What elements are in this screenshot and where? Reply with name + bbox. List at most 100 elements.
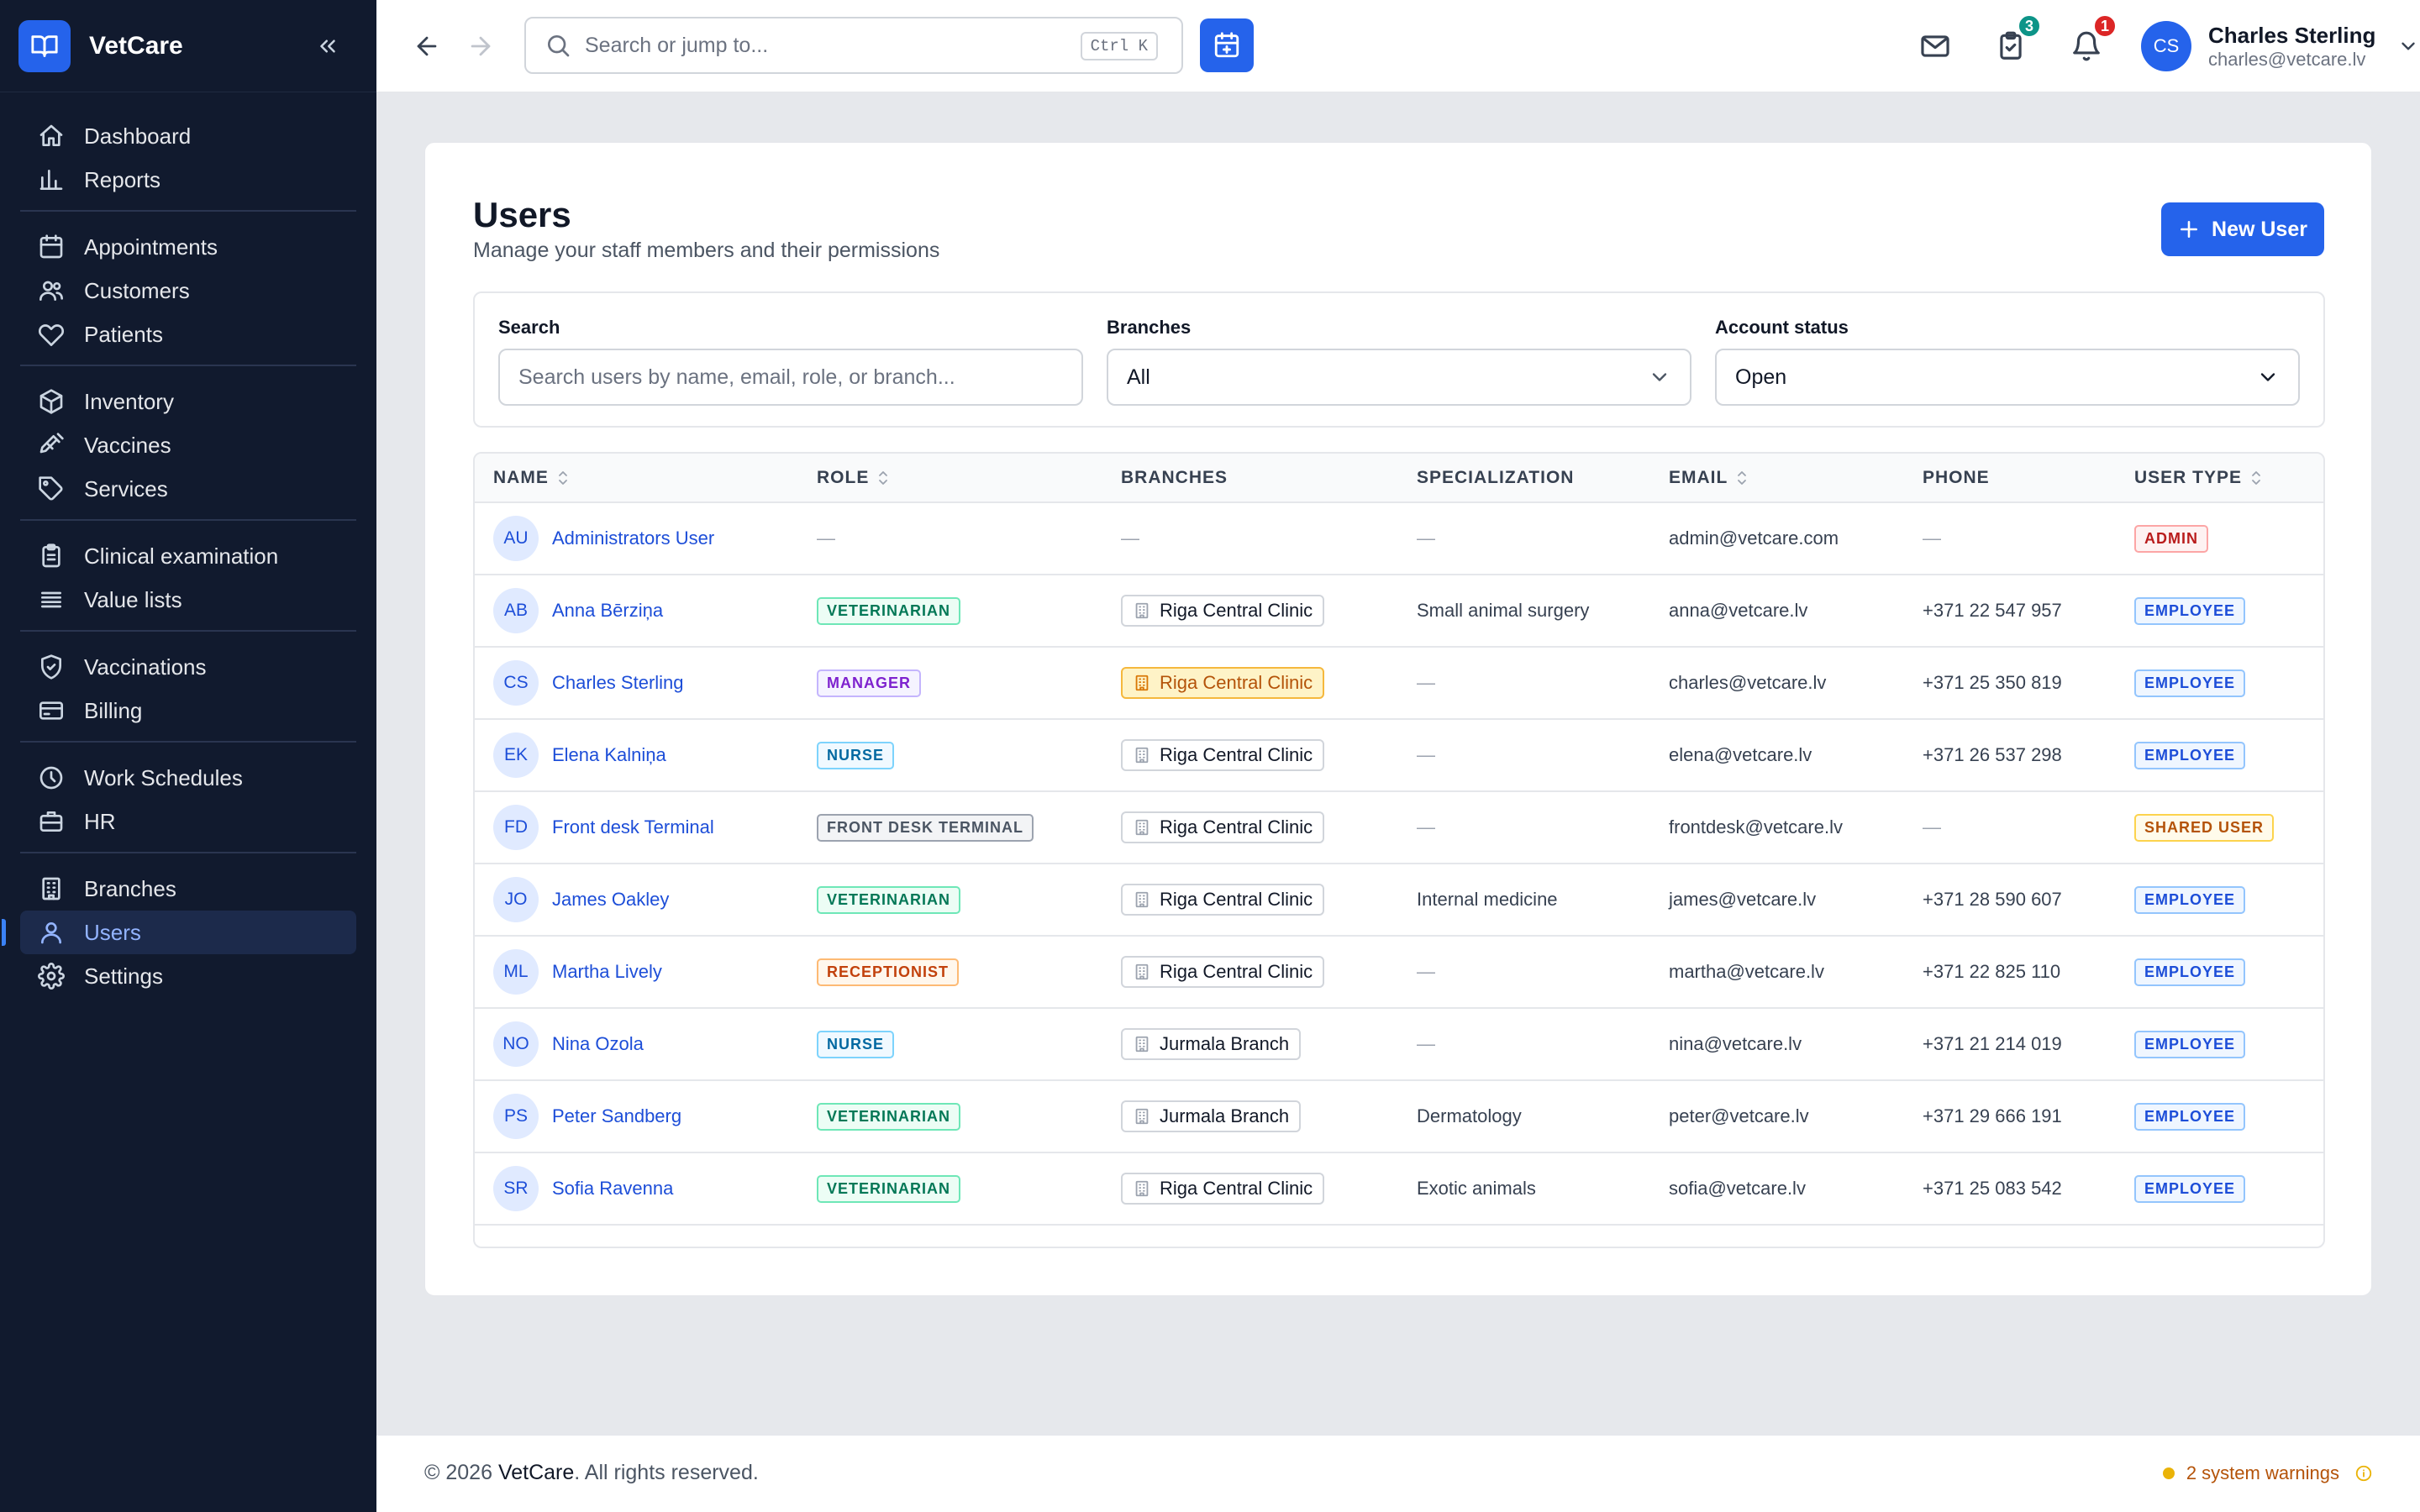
email-text: martha@vetcare.lv: [1669, 961, 1824, 982]
sidebar-item-hr[interactable]: HR: [20, 800, 356, 843]
empty-value: —: [1417, 961, 1435, 982]
sidebar-item-work-schedules[interactable]: Work Schedules: [20, 756, 356, 800]
sidebar-item-users[interactable]: Users: [2, 911, 356, 954]
table-row[interactable]: PS Peter Sandberg VETERINARIAN Jurmala Bran…: [475, 1080, 2323, 1152]
role-cell: MANAGER: [798, 647, 1102, 719]
building-icon: [1133, 1107, 1151, 1126]
sort-icon: [1738, 471, 1747, 485]
user-name-link[interactable]: Sofia Ravenna: [552, 1178, 673, 1200]
table-row[interactable]: EK Elena Kalniņa NURSE Riga Central Clinic —…: [475, 719, 2323, 791]
table-row[interactable]: AB Anna Bērziņa VETERINARIAN Riga Central C…: [475, 575, 2323, 647]
system-warnings-link[interactable]: 2 system warnings: [2162, 1462, 2373, 1484]
email-cell: elena@vetcare.lv: [1650, 719, 1904, 791]
user-name-link[interactable]: Elena Kalniņa: [552, 744, 666, 766]
sidebar-group: Branches Users Settings: [2, 862, 356, 1006]
sidebar-item-appointments[interactable]: Appointments: [20, 225, 356, 269]
book-icon[interactable]: [18, 19, 71, 72]
branches-select-value: All: [1127, 365, 1150, 389]
sidebar-item-label: Branches: [84, 875, 176, 901]
user-menu[interactable]: CS Charles Sterling charles@vetcare.lv: [2141, 18, 2419, 74]
branches-cell: Riga Central Clinic: [1102, 575, 1398, 647]
role-cell: RECEPTIONIST: [798, 936, 1102, 1008]
user-name-link[interactable]: Administrators User: [552, 528, 714, 549]
search-icon: [548, 35, 570, 57]
branch-name: Riga Central Clinic: [1160, 816, 1313, 837]
user-name-link[interactable]: Front desk Terminal: [552, 816, 714, 838]
sidebar-group: Appointments Customers Patients: [20, 220, 356, 366]
status-select[interactable]: Open: [1715, 349, 2300, 406]
branch-name: Riga Central Clinic: [1160, 1178, 1313, 1199]
back-button[interactable]: [408, 28, 445, 65]
empty-value: —: [1417, 816, 1435, 837]
user-type-badge: ADMIN: [2134, 524, 2208, 553]
table-row[interactable]: JO James Oakley VETERINARIAN Riga Central C…: [475, 864, 2323, 936]
column-header-label: USER TYPE: [2134, 467, 2243, 487]
sidebar-item-label: Vaccinations: [84, 654, 207, 680]
system-warnings-label: 2 system warnings: [2186, 1462, 2339, 1483]
specialization-cell: —: [1398, 936, 1650, 1008]
building-icon: [1133, 601, 1151, 620]
tasks-button[interactable]: 3: [1991, 13, 2042, 66]
list-icon: [41, 591, 61, 608]
sidebar-item-settings[interactable]: Settings: [20, 954, 356, 998]
sidebar-item-vaccinations[interactable]: Vaccinations: [20, 645, 356, 689]
building-icon: [1135, 963, 1149, 980]
column-header-name[interactable]: NAME: [475, 454, 798, 502]
user-name-link[interactable]: Anna Bērziņa: [552, 600, 663, 622]
sidebar-item-services[interactable]: Services: [20, 467, 356, 511]
sidebar-item-customers[interactable]: Customers: [20, 269, 356, 312]
table-row[interactable]: AU Administrators User — — — admin@vetcare.co…: [475, 502, 2323, 575]
global-search[interactable]: Ctrl K: [524, 17, 1183, 74]
gear-icon: [38, 963, 65, 990]
users-card: Users Manage your staff members and thei…: [424, 142, 2372, 1296]
phone-text: +371 29 666 191: [1923, 1105, 2062, 1126]
avatar: EK: [493, 732, 539, 778]
user-name-link[interactable]: Charles Sterling: [552, 672, 684, 694]
table-row[interactable]: ML Martha Lively RECEPTIONIST Riga Central …: [475, 936, 2323, 1008]
global-search-input[interactable]: [585, 33, 1055, 58]
messages-button[interactable]: [1916, 27, 1954, 66]
role-cell: VETERINARIAN: [798, 1152, 1102, 1225]
user-name-link[interactable]: Nina Ozola: [552, 1033, 644, 1055]
sidebar-item-patients[interactable]: Patients: [20, 312, 356, 356]
building-icon: [42, 877, 60, 900]
sidebar-item-inventory[interactable]: Inventory: [20, 380, 356, 423]
sidebar-item-billing[interactable]: Billing: [20, 689, 356, 732]
sidebar-item-branches[interactable]: Branches: [20, 867, 356, 911]
phone-cell: +371 25 350 819: [1904, 647, 2116, 719]
column-header-email[interactable]: EMAIL: [1650, 454, 1904, 502]
copyright-brand: VetCare: [497, 1461, 575, 1484]
column-header-role[interactable]: ROLE: [798, 454, 1102, 502]
collapse-sidebar-button[interactable]: [309, 28, 346, 65]
specialization-text: Exotic animals: [1417, 1178, 1536, 1199]
sidebar-item-clinical-examination[interactable]: Clinical examination: [20, 534, 356, 578]
table-row[interactable]: SR Sofia Ravenna VETERINARIAN Riga Central …: [475, 1152, 2323, 1225]
branches-select[interactable]: All: [1107, 349, 1691, 406]
empty-value: —: [1121, 528, 1139, 549]
notifications-button[interactable]: 1: [2067, 13, 2118, 66]
user-search-input[interactable]: [518, 365, 1063, 390]
user-name-link[interactable]: Martha Lively: [552, 961, 662, 983]
user-name-link[interactable]: Peter Sandberg: [552, 1105, 681, 1127]
user-name-link[interactable]: James Oakley: [552, 889, 669, 911]
user-search-field[interactable]: [498, 349, 1083, 406]
column-header-user-type[interactable]: USER TYPE: [2116, 454, 2323, 502]
search-filter-label: Search: [498, 317, 560, 338]
role-cell: NURSE: [798, 719, 1102, 791]
sidebar-item-label: HR: [84, 808, 116, 834]
table-row[interactable]: FD Front desk Terminal FRONT DESK TERMINAL…: [475, 791, 2323, 864]
building-icon: [1133, 818, 1151, 837]
sidebar-item-vaccines[interactable]: Vaccines: [20, 423, 356, 467]
user-type-cell: EMPLOYEE: [2116, 1152, 2323, 1225]
sidebar-item-dashboard[interactable]: Dashboard: [20, 114, 356, 158]
specialization-cell: —: [1398, 791, 1650, 864]
sidebar-item-label: Reports: [84, 166, 161, 192]
new-user-button[interactable]: New User: [2161, 202, 2324, 256]
sidebar-item-value-lists[interactable]: Value lists: [20, 578, 356, 622]
sidebar-item-reports[interactable]: Reports: [20, 158, 356, 202]
calendar-button[interactable]: [1200, 18, 1254, 72]
forward-button[interactable]: [462, 28, 499, 65]
table-row[interactable]: CS Charles Sterling MANAGER Riga Central Cl…: [475, 647, 2323, 719]
table-row[interactable]: NO Nina Ozola NURSE Jurmala Branch — nina@vet…: [475, 1008, 2323, 1080]
user-type-cell: EMPLOYEE: [2116, 647, 2323, 719]
